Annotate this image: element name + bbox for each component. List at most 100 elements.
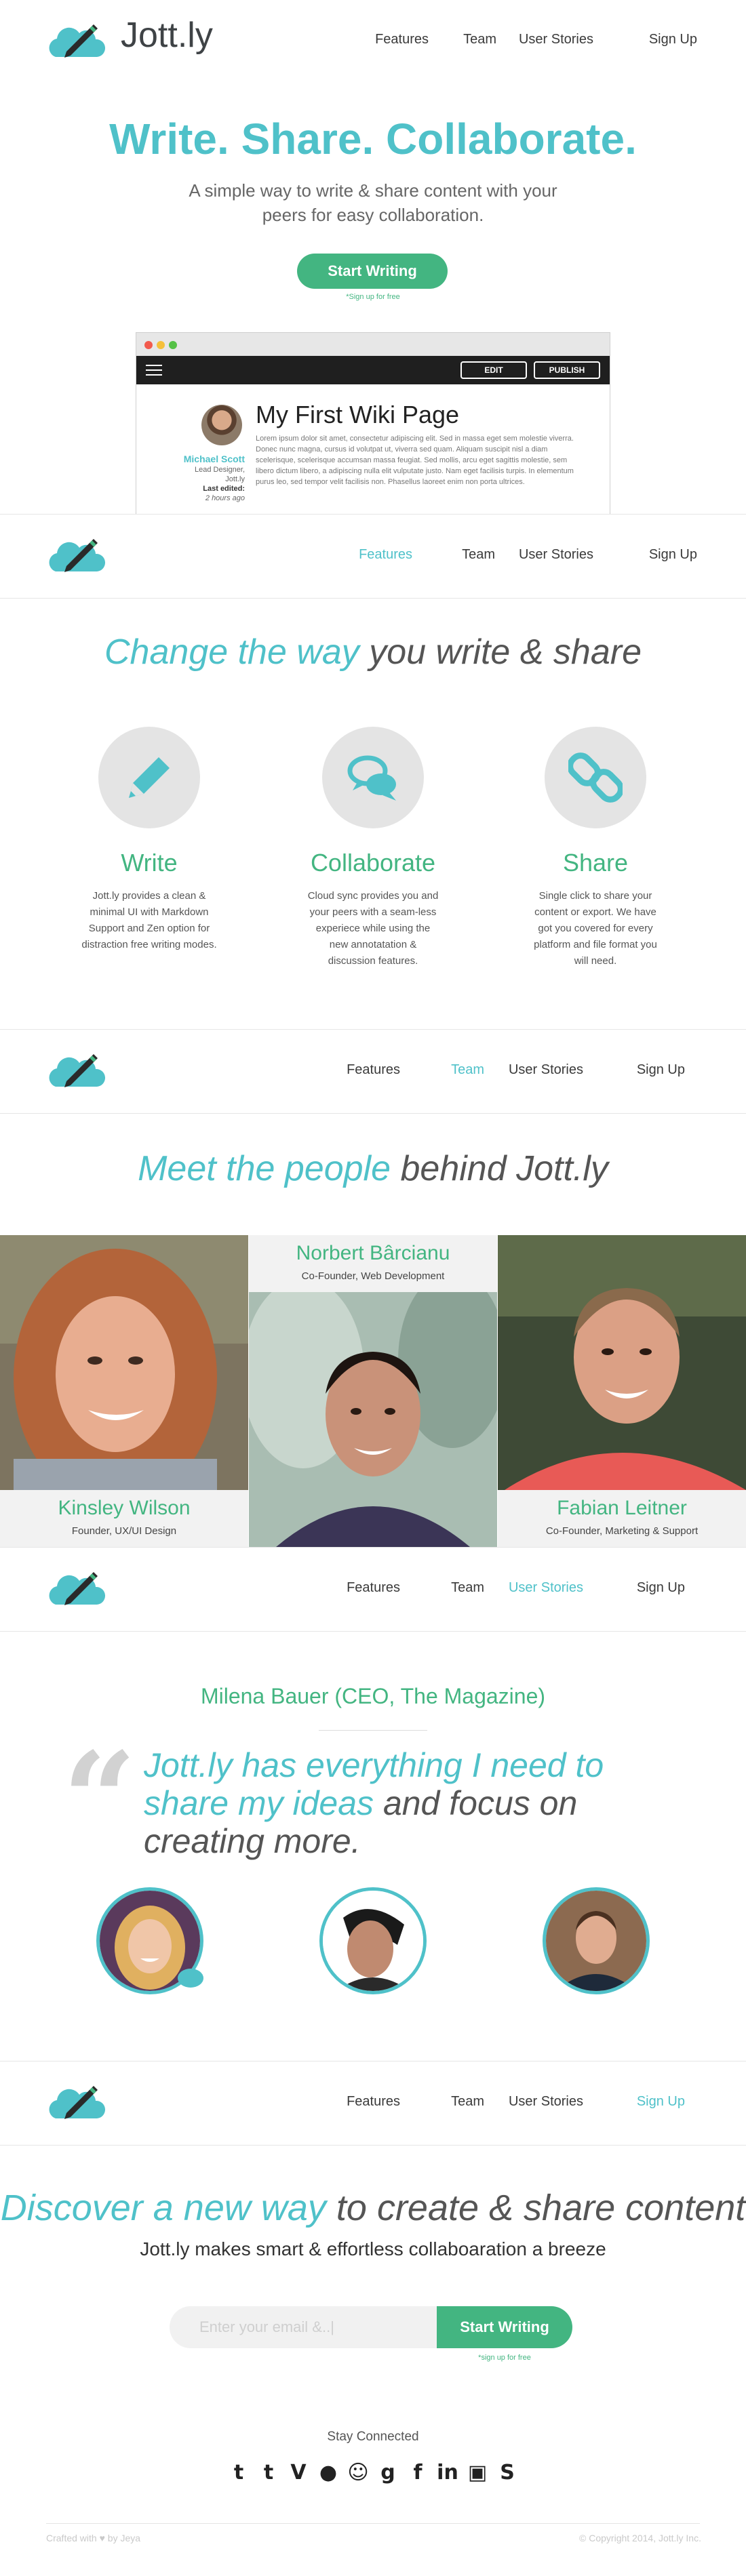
feature-collaborate: Collaborate Cloud sync provides you and … xyxy=(278,727,468,969)
signup-note: *sign up for free xyxy=(478,2354,531,2362)
feature-title: Collaborate xyxy=(310,849,436,877)
google-plus-icon[interactable]: g xyxy=(376,2461,399,2485)
nav-team[interactable]: Team xyxy=(463,32,496,47)
nav-sign-up[interactable]: Sign Up xyxy=(637,2094,685,2110)
nav-features[interactable]: Features xyxy=(347,1580,400,1596)
nav-user-stories[interactable]: User Stories xyxy=(519,547,593,563)
facebook-icon[interactable]: f xyxy=(406,2461,429,2485)
chat-bubbles-icon xyxy=(347,755,396,801)
nav-team[interactable]: Team xyxy=(451,1580,484,1596)
footer-divider xyxy=(46,2523,700,2524)
nav-user-stories[interactable]: User Stories xyxy=(509,1580,583,1596)
minimize-dot-icon xyxy=(157,341,165,349)
publish-button[interactable]: PUBLISH xyxy=(534,361,600,379)
nav-user-stories[interactable]: User Stories xyxy=(509,2094,583,2110)
signup-heading-rest: to create & share content xyxy=(326,2188,746,2228)
team-member-card: Fabian Leitner Co-Founder, Marketing & S… xyxy=(498,1235,746,1547)
feature-write: Write Jott.ly provides a clean & minimal… xyxy=(54,727,244,953)
team-heading: Meet the people behind Jott.ly xyxy=(0,1148,746,1189)
team-member-name: Kinsley Wilson xyxy=(58,1497,191,1519)
link-icon xyxy=(568,752,623,803)
linkedin-icon[interactable]: in xyxy=(436,2461,459,2485)
last-edited-value: 2 hours ago xyxy=(205,494,245,502)
quote-mark-icon: “ xyxy=(62,1724,137,1875)
testimonial-avatar[interactable] xyxy=(543,1887,650,1994)
testimonial-avatar-photo xyxy=(323,1891,423,1991)
feature-description: Cloud sync provides you and your peers w… xyxy=(307,890,439,967)
tumblr-icon[interactable]: t xyxy=(257,2461,280,2485)
nav-user-stories[interactable]: User Stories xyxy=(509,1062,583,1078)
instagram-icon[interactable]: ▣ xyxy=(466,2461,489,2485)
nav-team[interactable]: Team xyxy=(451,2094,484,2110)
nav-sign-up[interactable]: Sign Up xyxy=(649,547,697,563)
twitter-icon[interactable]: t xyxy=(227,2461,250,2485)
feature-icon-circle xyxy=(98,727,200,828)
nav-team[interactable]: Team xyxy=(451,1062,484,1078)
brand-name[interactable]: Jott.ly xyxy=(121,15,213,56)
author-avatar xyxy=(201,405,242,445)
team-member-photo xyxy=(249,1292,497,1547)
logo-icon[interactable] xyxy=(46,1564,107,1611)
editor-toolbar: EDIT PUBLISH xyxy=(136,356,610,384)
testimonial-divider xyxy=(319,1730,427,1731)
nav-sign-up[interactable]: Sign Up xyxy=(637,1580,685,1596)
nav-features[interactable]: Features xyxy=(347,1062,400,1078)
logo-icon[interactable] xyxy=(46,2078,107,2125)
nav-features[interactable]: Features xyxy=(359,547,412,563)
github-icon[interactable]: ☺ xyxy=(347,2461,370,2485)
features-heading-accent: Change the way xyxy=(104,632,359,672)
wiki-page-body: Lorem ipsum dolor sit amet, consectetur … xyxy=(256,435,574,486)
signup-subheading: Jott.ly makes smart & effortless collabo… xyxy=(140,2238,606,2259)
email-input[interactable] xyxy=(170,2306,441,2348)
team-member-card: Norbert Bârcianu Co-Founder, Web Develop… xyxy=(249,1235,497,1547)
hero-start-writing-button[interactable]: Start Writing xyxy=(297,254,448,289)
nav-sign-up[interactable]: Sign Up xyxy=(649,32,697,47)
footer-credit-prefix: Crafted with xyxy=(46,2533,97,2543)
testimonial-quote: Jott.ly has everything I need to share m… xyxy=(144,1746,686,1860)
team-member-name: Norbert Bârcianu xyxy=(296,1242,450,1264)
hero-signup-note: *Sign up for free xyxy=(346,293,400,301)
stories-nav: Features Team User Stories Sign Up xyxy=(0,1547,746,1632)
logo-icon[interactable] xyxy=(46,16,107,64)
author-org: Jott.ly xyxy=(225,475,245,483)
hero-title: Write. Share. Collaborate. xyxy=(109,115,637,163)
features-nav: Features Team User Stories Sign Up xyxy=(0,514,746,599)
signup-start-writing-button[interactable]: Start Writing xyxy=(437,2306,572,2348)
team-heading-accent: Meet the people xyxy=(138,1149,391,1188)
team-member-name: Fabian Leitner xyxy=(557,1497,687,1519)
close-dot-icon xyxy=(144,341,153,349)
feature-icon-circle xyxy=(322,727,424,828)
testimonial-avatar-photo xyxy=(546,1891,646,1991)
footer-credit-suffix: by Jeya xyxy=(107,2533,141,2543)
nav-team[interactable]: Team xyxy=(462,547,495,563)
signup-nav: Features Team User Stories Sign Up xyxy=(0,2061,746,2146)
nav-features[interactable]: Features xyxy=(347,2094,400,2110)
feature-description: Jott.ly provides a clean & minimal UI wi… xyxy=(81,890,217,950)
team-member-caption: Norbert Bârcianu Co-Founder, Web Develop… xyxy=(249,1235,497,1292)
author-role: Lead Designer, xyxy=(195,466,245,474)
team-nav: Features Team User Stories Sign Up xyxy=(0,1029,746,1114)
logo-icon[interactable] xyxy=(46,531,107,578)
feature-icon-circle xyxy=(545,727,646,828)
footer-credit: Crafted with ♥ by Jeya xyxy=(46,2533,140,2543)
selected-chat-bubble-icon xyxy=(178,1969,203,1988)
author-name: Michael Scott xyxy=(183,454,245,464)
nav-user-stories[interactable]: User Stories xyxy=(519,32,593,47)
feature-title: Write xyxy=(121,849,178,877)
signup-heading-accent: Discover a new way xyxy=(0,2188,326,2228)
pencil-icon xyxy=(129,757,170,798)
team-member-photo xyxy=(498,1235,746,1490)
wiki-page-title: My First Wiki Page xyxy=(256,401,460,428)
hamburger-menu-icon[interactable] xyxy=(146,365,162,376)
testimonial-avatar[interactable] xyxy=(319,1887,427,1994)
edit-button[interactable]: EDIT xyxy=(460,361,527,379)
vine-icon[interactable]: V xyxy=(287,2461,310,2485)
skype-icon[interactable]: S xyxy=(496,2461,519,2485)
nav-features[interactable]: Features xyxy=(375,32,429,47)
footer-copyright: © Copyright 2014, Jott.ly Inc. xyxy=(579,2533,701,2543)
feature-description: Single click to share your content or ex… xyxy=(534,890,657,967)
nav-sign-up[interactable]: Sign Up xyxy=(637,1062,685,1078)
flickr-icon[interactable]: ● xyxy=(317,2461,340,2485)
logo-icon[interactable] xyxy=(46,1046,107,1093)
team-grid: Kinsley Wilson Founder, UX/UI Design Nor… xyxy=(0,1235,746,1547)
